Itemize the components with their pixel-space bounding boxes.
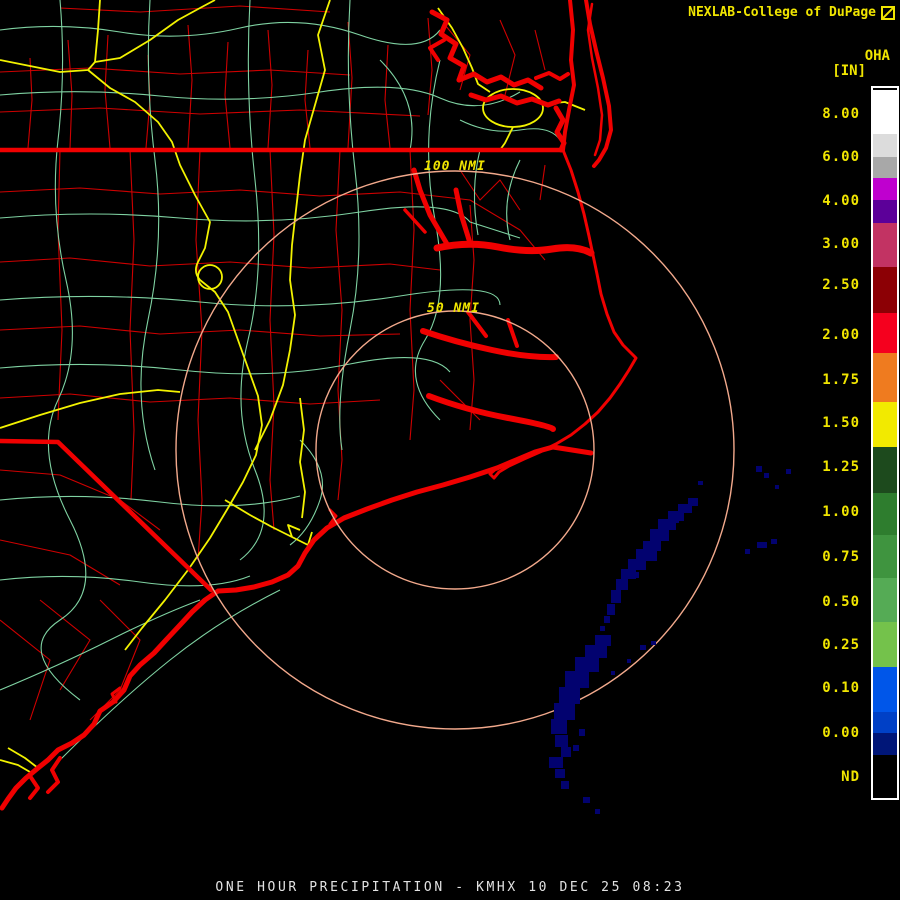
legend-band bbox=[873, 313, 897, 353]
legend-band bbox=[873, 447, 897, 493]
legend-band bbox=[873, 134, 897, 157]
precip-echo bbox=[633, 572, 639, 578]
legend-band bbox=[873, 353, 897, 402]
precip-echo bbox=[573, 745, 579, 751]
precip-echo bbox=[569, 700, 575, 720]
range-ring-label-100: 100 NMI bbox=[424, 159, 486, 174]
cod-logo-icon bbox=[881, 5, 895, 20]
precip-echo bbox=[565, 671, 589, 688]
precip-echo bbox=[555, 735, 568, 747]
precip-echo bbox=[672, 517, 679, 523]
precip-echo bbox=[551, 719, 567, 734]
range-ring bbox=[315, 310, 595, 590]
roads-green bbox=[0, 0, 561, 761]
county-lines bbox=[0, 5, 546, 721]
precip-echo bbox=[775, 485, 779, 489]
legend-tick-label: 1.25 bbox=[822, 459, 860, 475]
precip-echo bbox=[616, 579, 628, 590]
legend-band bbox=[873, 90, 897, 134]
radar-viewport: NEXLAB-College of DuPage OHA [IN] 8.00 6.… bbox=[0, 0, 900, 900]
legend-bar bbox=[871, 86, 899, 800]
legend-tick-label: 1.50 bbox=[822, 415, 860, 431]
legend-tick-label: 3.00 bbox=[822, 236, 860, 252]
precip-echo bbox=[561, 781, 569, 789]
precip-echo bbox=[640, 645, 646, 650]
precip-echo bbox=[661, 535, 669, 541]
precip-echo bbox=[555, 769, 565, 778]
range-ring-label-50: 50 NMI bbox=[427, 301, 480, 316]
legend-band bbox=[873, 578, 897, 622]
precip-echo bbox=[611, 671, 615, 675]
precip-echo bbox=[757, 542, 767, 548]
radar-map-canvas bbox=[0, 0, 791, 814]
legend-tick-label: 6.00 bbox=[822, 149, 860, 165]
precip-echo bbox=[549, 757, 563, 768]
product-code: OHA bbox=[864, 48, 890, 64]
precip-echo bbox=[595, 635, 611, 646]
precip-echo bbox=[698, 481, 703, 485]
precip-echo bbox=[607, 604, 615, 615]
legend-labels: 8.00 6.00 4.00 3.00 2.50 2.00 1.75 1.50 1.25 1.00… bbox=[780, 0, 860, 900]
range-ring bbox=[175, 170, 735, 730]
legend-tick-label: 0.50 bbox=[822, 594, 860, 610]
legend-tick-label: 0.25 bbox=[822, 637, 860, 653]
legend-band bbox=[873, 223, 897, 267]
legend-band bbox=[873, 622, 897, 667]
precip-echo bbox=[628, 559, 646, 570]
legend-band bbox=[873, 712, 897, 733]
legend-band bbox=[873, 402, 897, 447]
legend-tick-label: 8.00 bbox=[822, 106, 860, 122]
legend-tick-label: 0.75 bbox=[822, 549, 860, 565]
legend-tick-label: 1.00 bbox=[822, 504, 860, 520]
legend-band bbox=[873, 200, 897, 223]
legend-tick-label: 0.00 bbox=[822, 725, 860, 741]
legend-band bbox=[873, 755, 897, 798]
precip-echo bbox=[595, 809, 600, 814]
precip-echo bbox=[764, 473, 769, 478]
precip-echo bbox=[771, 539, 777, 544]
product-caption: ONE HOUR PRECIPITATION - KMHX 10 DEC 25 … bbox=[215, 880, 685, 895]
legend-band bbox=[873, 178, 897, 200]
legend-band bbox=[873, 535, 897, 578]
precip-echo bbox=[583, 797, 590, 803]
precip-echo bbox=[579, 729, 585, 736]
precip-echo bbox=[600, 626, 605, 631]
legend-tick-label: 2.50 bbox=[822, 277, 860, 293]
precip-echo bbox=[604, 616, 610, 623]
precip-echo bbox=[745, 549, 750, 554]
precip-echo bbox=[627, 659, 631, 663]
legend-band bbox=[873, 157, 897, 178]
legend-tick-label: 4.00 bbox=[822, 193, 860, 209]
legend-band bbox=[873, 493, 897, 535]
precip-echo bbox=[651, 641, 656, 645]
highways-yellow bbox=[0, 0, 586, 773]
precip-echo bbox=[589, 659, 597, 665]
precipitation-echoes bbox=[549, 466, 791, 814]
legend-tick-label: 2.00 bbox=[822, 327, 860, 343]
precip-echo bbox=[561, 747, 571, 757]
legend-tick-label: 1.75 bbox=[822, 372, 860, 388]
precip-echo bbox=[756, 466, 762, 472]
state-borders bbox=[0, 147, 565, 593]
precip-echo bbox=[585, 645, 607, 658]
legend-tick-label: 0.10 bbox=[822, 680, 860, 696]
legend-tick-label: ND bbox=[841, 769, 860, 785]
precip-echo bbox=[611, 590, 621, 603]
legend-band bbox=[873, 733, 897, 755]
legend-band bbox=[873, 667, 897, 712]
range-rings bbox=[175, 170, 735, 730]
legend-band bbox=[873, 267, 897, 313]
